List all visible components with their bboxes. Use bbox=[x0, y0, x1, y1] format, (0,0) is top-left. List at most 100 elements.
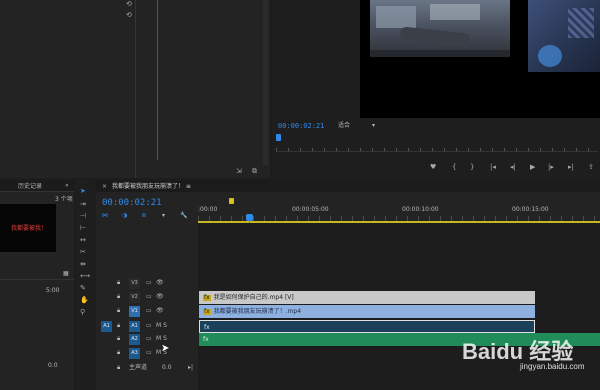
history-preview: 我都要被我！ bbox=[0, 204, 56, 252]
master-label: 主声道 bbox=[129, 364, 148, 371]
out-point-icon[interactable]: } bbox=[470, 164, 474, 171]
go-to-out-icon[interactable]: ▸| bbox=[568, 164, 574, 171]
timeline-playhead[interactable] bbox=[246, 214, 253, 221]
clip-v2[interactable]: fx 我是如何保护自己的.mp4 [V] bbox=[199, 291, 535, 304]
panel-expand-icon[interactable]: » bbox=[65, 183, 69, 189]
lock-icon[interactable]: 🔒︎ bbox=[117, 336, 120, 342]
clip-a2-label: fx bbox=[203, 336, 209, 343]
track-header-master: 🔒︎ 主声道 0.0 ▸| bbox=[98, 362, 198, 376]
history-panel: 历史记录 » 3 个项 我都要被我！ ▦ 5:00 0.0 bbox=[0, 180, 74, 390]
track-target[interactable]: V1 bbox=[129, 306, 140, 317]
sequence-tab[interactable]: 我都要被我朋友玩崩溃了！ ≡ bbox=[112, 184, 191, 190]
go-to-in-icon[interactable]: |◂ bbox=[490, 164, 496, 171]
program-timecode[interactable]: 00:00:02:21 bbox=[278, 123, 324, 130]
slide-tool-icon[interactable]: ⟷ bbox=[80, 273, 90, 280]
lock-icon[interactable]: 🔒︎ bbox=[117, 350, 120, 356]
watermark: Baidu 经验 jingyan.baidu.com bbox=[462, 334, 598, 388]
chevron-down-icon: ▾ bbox=[372, 122, 376, 129]
toggle-sync-icon[interactable]: ▭ bbox=[146, 308, 152, 314]
mute-solo[interactable]: M S bbox=[156, 336, 167, 342]
timeline-timecode[interactable]: 00:00:02:21 bbox=[102, 198, 162, 208]
timeline-toolbar: ⋈ ◑ ⧈ ▾ 🔧 bbox=[100, 211, 195, 221]
track-target[interactable]: A2 bbox=[129, 334, 140, 345]
lock-icon[interactable]: 🔒︎ bbox=[117, 308, 120, 314]
step-back-icon[interactable]: ◂| bbox=[510, 164, 516, 171]
history-tab[interactable]: 历史记录 bbox=[18, 184, 42, 190]
playhead-line bbox=[157, 0, 158, 160]
go-to-end-icon[interactable]: ▸| bbox=[188, 365, 193, 371]
clip-v1[interactable]: fx 我都要被我朋友玩崩溃了！.mp4 bbox=[199, 305, 535, 318]
rate-stretch-tool-icon[interactable]: ↔ bbox=[80, 237, 86, 244]
timeline-ruler[interactable]: :00:00 00:00:05:00 00:00:10:00 00:00:15:… bbox=[198, 198, 600, 222]
wrench-icon[interactable]: 🔧 bbox=[180, 213, 187, 219]
eye-icon[interactable]: 👁︎ bbox=[156, 308, 164, 314]
step-forward-icon[interactable]: |▸ bbox=[548, 164, 554, 171]
toggle-sync-icon[interactable]: ▭ bbox=[146, 323, 152, 329]
toggle-sync-icon[interactable]: ▭ bbox=[146, 294, 152, 300]
undo-icon[interactable]: ⟲ bbox=[126, 1, 132, 8]
ruler-label: :00:00 bbox=[198, 206, 218, 213]
fit-dropdown[interactable]: 适合 ▾ bbox=[336, 121, 380, 131]
toggle-sync-icon[interactable]: ▭ bbox=[146, 336, 152, 342]
scrollbar-track[interactable] bbox=[263, 0, 268, 165]
ruler-label: 00:00:10:00 bbox=[402, 206, 439, 213]
razor-tool-icon[interactable]: ✂ bbox=[80, 249, 86, 256]
clip-v2-label: 我是如何保护自己的.mp4 [V] bbox=[213, 294, 294, 301]
marker-flag[interactable] bbox=[229, 198, 234, 204]
eye-icon[interactable]: 👁︎ bbox=[156, 280, 164, 286]
program-playhead[interactable] bbox=[276, 134, 281, 141]
export-frame-icon[interactable]: ⇲ bbox=[236, 168, 242, 175]
play-icon[interactable]: ▶ bbox=[530, 164, 535, 171]
mouse-cursor-icon: ➤ bbox=[161, 343, 170, 354]
track-header-v3: 🔒︎ V3 ▭ 👁︎ bbox=[98, 277, 198, 291]
toggle-sync-icon[interactable]: ▭ bbox=[146, 350, 152, 356]
toggle-sync-icon[interactable]: ▭ bbox=[146, 280, 152, 286]
zoom-tool-icon[interactable]: ⚲ bbox=[80, 309, 85, 316]
history-time: 5:00 bbox=[46, 287, 60, 294]
panel-divider bbox=[135, 0, 136, 178]
snap-icon[interactable]: ◑ bbox=[122, 213, 127, 219]
lock-icon[interactable]: 🔒︎ bbox=[117, 365, 120, 371]
ripple-edit-tool-icon[interactable]: ⊣ bbox=[80, 213, 86, 220]
lock-icon[interactable]: 🔒︎ bbox=[117, 294, 120, 300]
program-ruler[interactable] bbox=[276, 138, 598, 152]
nest-icon[interactable]: ⋈ bbox=[102, 213, 108, 219]
video-frame bbox=[360, 0, 600, 118]
preview-icon[interactable]: ▦ bbox=[63, 271, 69, 277]
track-target[interactable]: V3 bbox=[129, 278, 140, 289]
open-icon[interactable]: ⧉ bbox=[252, 168, 257, 175]
linked-selection-icon[interactable]: ⧈ bbox=[142, 213, 146, 219]
ruler-label: 00:00:15:00 bbox=[512, 206, 549, 213]
lift-icon[interactable]: ⇪ bbox=[588, 164, 594, 171]
pen-tool-icon[interactable]: ✎ bbox=[80, 285, 86, 292]
slip-tool-icon[interactable]: ⇹ bbox=[80, 261, 86, 268]
lock-icon[interactable]: 🔒︎ bbox=[117, 323, 120, 329]
video-still-left bbox=[370, 0, 510, 57]
redo-icon[interactable]: ⟲ bbox=[126, 12, 132, 19]
track-target[interactable]: A1 bbox=[129, 321, 140, 332]
track-target[interactable]: A3 bbox=[129, 348, 140, 359]
track-header-v2: 🔒︎ V2 ▭ 👁︎ bbox=[98, 291, 198, 305]
track-select-tool-icon[interactable]: ⇥ bbox=[80, 201, 86, 208]
mute-solo[interactable]: M S bbox=[156, 323, 167, 329]
marker-icon[interactable]: ♥ bbox=[430, 164, 436, 171]
ruler-label: 00:00:05:00 bbox=[292, 206, 329, 213]
add-marker-icon[interactable]: ▾ bbox=[162, 213, 165, 219]
hand-tool-icon[interactable]: ✋ bbox=[80, 297, 89, 304]
rolling-edit-tool-icon[interactable]: ⊢ bbox=[80, 225, 86, 232]
lock-icon[interactable]: 🔒︎ bbox=[117, 280, 120, 286]
clip-a1[interactable]: fx bbox=[199, 320, 535, 333]
eye-icon[interactable]: 👁︎ bbox=[156, 294, 164, 300]
in-point-icon[interactable]: { bbox=[452, 164, 456, 171]
tools-panel: ➤ ⇥ ⊣ ⊢ ↔ ✂ ⇹ ⟷ ✎ ✋ ⚲ bbox=[76, 180, 94, 390]
track-target[interactable]: V2 bbox=[129, 292, 140, 303]
source-patch[interactable]: A1 bbox=[101, 321, 112, 332]
close-icon[interactable]: × bbox=[102, 184, 107, 190]
preview-caption: 我都要被我！ bbox=[11, 225, 48, 232]
clip-v1-label: 我都要被我朋友玩崩溃了！.mp4 bbox=[213, 308, 302, 315]
program-monitor: 00:00:02:21 适合 ▾ ♥ { } |◂ ◂| ▶ |▸ ▸| ⇪ bbox=[272, 0, 600, 178]
master-value[interactable]: 0.0 bbox=[162, 365, 172, 371]
clip-a1-label: fx bbox=[204, 324, 210, 331]
selection-tool-icon[interactable]: ➤ bbox=[80, 188, 86, 195]
weapon-shape bbox=[399, 26, 471, 48]
